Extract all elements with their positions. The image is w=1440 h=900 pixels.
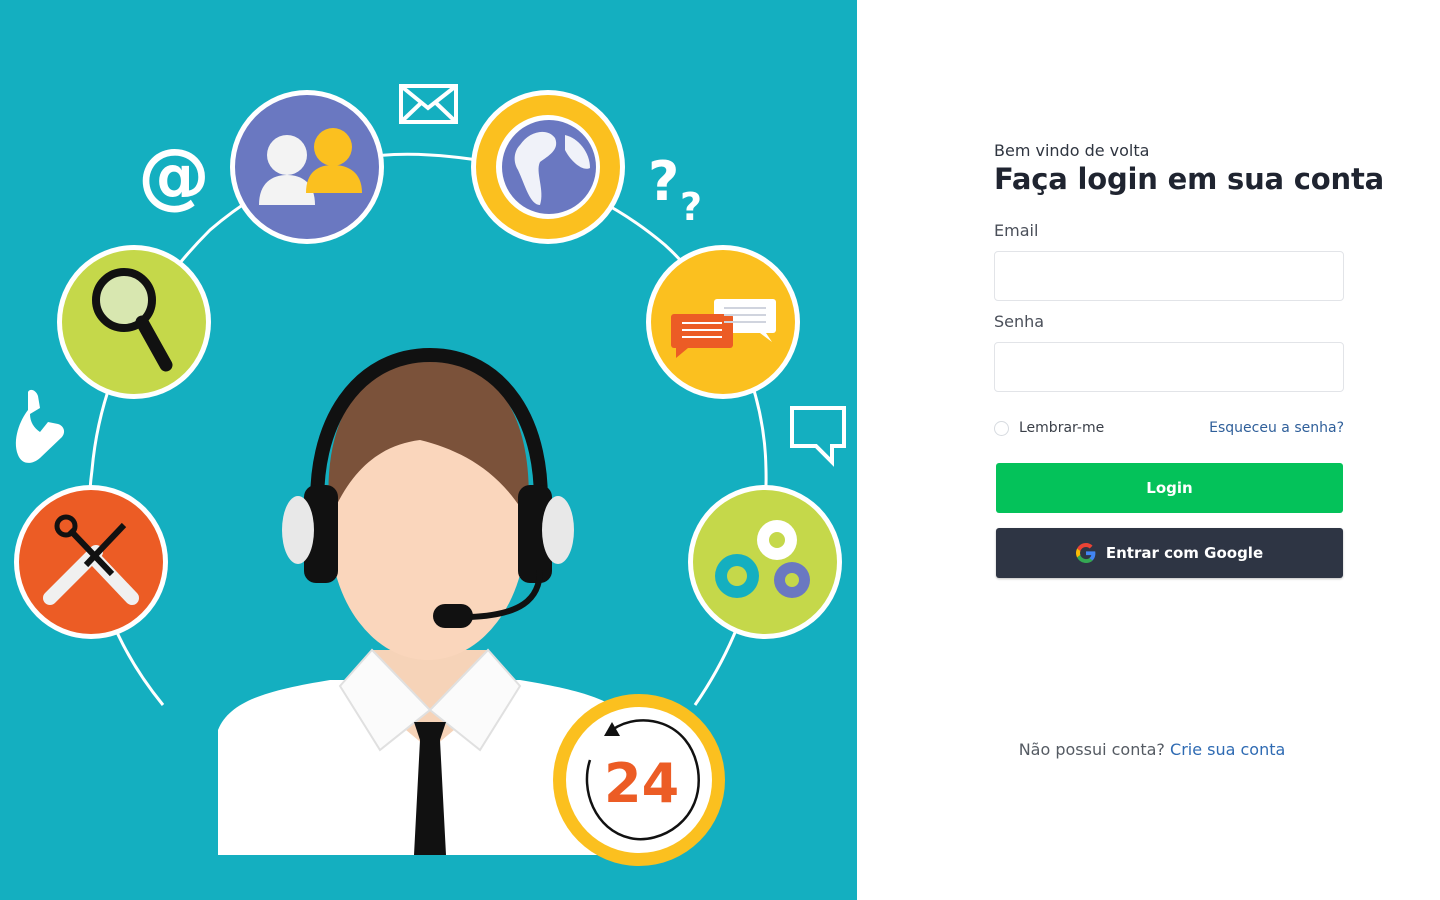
email-label: Email <box>994 221 1039 240</box>
gears-icon <box>688 485 842 639</box>
tools-icon <box>14 485 168 639</box>
svg-text:?: ? <box>648 150 679 213</box>
email-field[interactable] <box>994 251 1344 301</box>
greeting-text: Bem vindo de volta <box>994 141 1150 160</box>
search-icon <box>57 245 211 399</box>
support-illustration: @ ? ? 24 <box>14 84 846 866</box>
login-button-label: Login <box>1146 479 1193 497</box>
page-title: Faça login em sua conta <box>994 162 1384 196</box>
clock-24-icon: 24 <box>553 694 725 866</box>
chat-icon <box>646 245 800 399</box>
svg-text:?: ? <box>680 185 702 229</box>
signup-prompt-text: Não possui conta? <box>1018 740 1165 759</box>
login-panel: Bem vindo de volta Faça login em sua con… <box>857 0 1440 900</box>
hero-illustration: @ ? ? 24 <box>0 0 857 900</box>
forgot-password-link[interactable]: Esqueceu a senha? <box>1209 420 1344 436</box>
login-button[interactable]: Login <box>996 463 1343 513</box>
question-icon: ? ? <box>648 150 702 229</box>
google-button-label: Entrar com Google <box>1105 544 1264 562</box>
google-icon <box>1075 543 1096 563</box>
password-field[interactable] <box>994 342 1344 392</box>
remember-me-radio[interactable] <box>994 420 1009 436</box>
email-icon <box>399 84 458 124</box>
remember-me-label: Lembrar-me <box>1019 420 1105 436</box>
at-sign-icon: @ <box>138 133 210 217</box>
google-login-button[interactable]: Entrar com Google <box>996 528 1343 578</box>
users-icon <box>230 90 384 244</box>
signup-prompt: Não possui conta? Crie sua conta <box>857 740 1440 759</box>
phone-icon <box>15 389 65 463</box>
remember-me[interactable]: Lembrar-me <box>994 419 1104 437</box>
clock-24-label: 24 <box>604 752 679 815</box>
globe-icon <box>471 90 625 244</box>
signup-link[interactable]: Crie sua conta <box>1170 740 1285 759</box>
speech-bubble-icon <box>790 406 846 467</box>
password-label: Senha <box>994 312 1045 331</box>
